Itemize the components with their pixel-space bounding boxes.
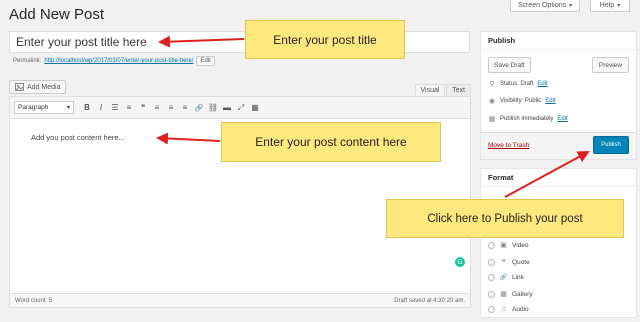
annotation-arrows <box>156 35 590 198</box>
arrow-to-title <box>158 35 245 48</box>
arrow-to-content <box>156 132 221 145</box>
arrow-to-publish <box>504 151 590 198</box>
